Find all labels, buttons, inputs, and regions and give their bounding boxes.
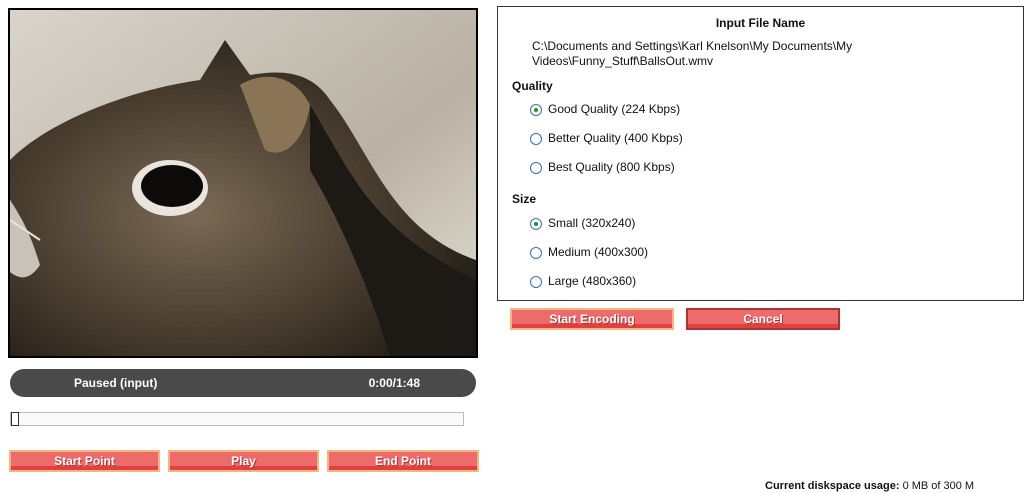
quality-label: Quality: [512, 79, 553, 93]
play-button[interactable]: Play: [168, 450, 319, 472]
panel-title: Input File Name: [715, 16, 806, 30]
radio-icon[interactable]: [530, 217, 542, 230]
option-label: Large (480x360): [548, 274, 637, 288]
quality-option-better[interactable]: Better Quality (400 Kbps): [530, 130, 683, 146]
size-option-small[interactable]: Small (320x240): [530, 215, 635, 231]
disk-usage-value: 0 MB of 300 M: [902, 480, 975, 492]
disk-usage: Current diskspace usage: 0 MB of 300 M: [765, 480, 974, 492]
start-encoding-button[interactable]: Start Encoding: [510, 308, 674, 330]
cancel-button[interactable]: Cancel: [686, 308, 840, 330]
input-file-path: C:\Documents and Settings\Karl Knelson\M…: [532, 39, 853, 68]
option-label: Best Quality (800 Kbps): [548, 160, 675, 174]
start-point-button[interactable]: Start Point: [9, 450, 160, 472]
quality-option-good[interactable]: Good Quality (224 Kbps): [530, 101, 680, 117]
option-label: Small (320x240): [548, 216, 636, 230]
video-preview: [8, 8, 478, 358]
radio-icon[interactable]: [530, 103, 542, 116]
size-option-medium[interactable]: Medium (400x300): [530, 244, 648, 260]
seek-bar[interactable]: [10, 412, 464, 426]
end-point-button[interactable]: End Point: [327, 450, 479, 472]
playback-status-bar: Paused (input) 0:00/1:48: [10, 369, 476, 397]
radio-icon[interactable]: [530, 275, 542, 288]
size-option-large[interactable]: Large (480x360): [530, 273, 636, 289]
radio-icon[interactable]: [530, 246, 542, 259]
encoding-settings-panel: Input File Name C:\Documents and Setting…: [497, 6, 1024, 301]
size-label: Size: [512, 192, 537, 206]
playback-time: 0:00/1:48: [368, 376, 420, 390]
playback-status: Paused (input): [74, 376, 158, 390]
radio-icon[interactable]: [530, 161, 542, 174]
option-label: Better Quality (400 Kbps): [548, 131, 683, 145]
disk-usage-label: Current diskspace usage:: [765, 480, 900, 492]
option-label: Medium (400x300): [548, 245, 649, 259]
squirrel-image: [10, 10, 476, 356]
option-label: Good Quality (224 Kbps): [548, 102, 681, 116]
seek-handle[interactable]: [11, 412, 19, 426]
quality-option-best[interactable]: Best Quality (800 Kbps): [530, 159, 675, 175]
radio-icon[interactable]: [530, 132, 542, 145]
